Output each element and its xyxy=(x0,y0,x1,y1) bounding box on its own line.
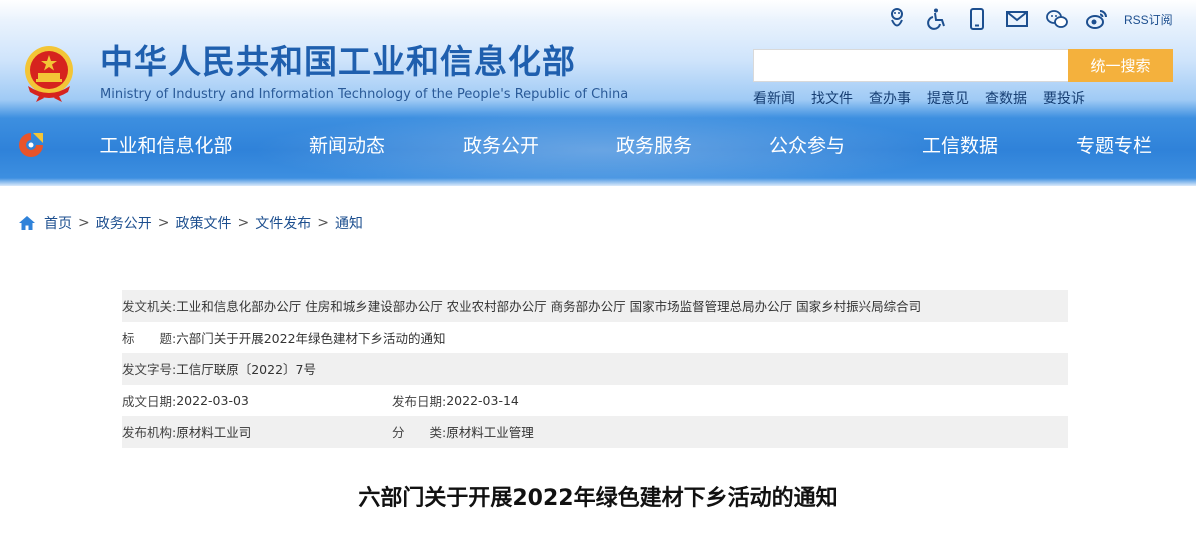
breadcrumb-government-affairs[interactable]: 政务公开 xyxy=(96,213,152,233)
nav-item-ministry[interactable]: 工业和信息化部 xyxy=(99,126,232,166)
org-label: 发布机构: xyxy=(122,425,177,441)
document-metadata: 发文机关: 工业和信息化部办公厅 住房和城乡建设部办公厅 农业农村部办公厅 商务… xyxy=(122,290,1068,448)
created-date: 成文日期: 2022-03-03 xyxy=(122,391,249,410)
meta-row-docno: 发文字号: 工信厅联原〔2022〕7号 xyxy=(122,353,1068,385)
site-title-cn[interactable]: 中华人民共和国工业和信息化部 xyxy=(100,42,576,82)
nav-item-public-participation[interactable]: 公众参与 xyxy=(769,126,845,166)
rss-link[interactable]: RSS订阅 xyxy=(1124,11,1173,28)
search-input[interactable] xyxy=(753,49,1068,82)
site-header: 中华人民共和国工业和信息化部 Ministry of Industry and … xyxy=(0,0,1196,186)
quick-link-data[interactable]: 查数据 xyxy=(985,89,1027,109)
issuer-value: 工业和信息化部办公厅 住房和城乡建设部办公厅 农业农村部办公厅 商务部办公厅 国… xyxy=(176,299,922,315)
published-value: 2022-03-14 xyxy=(446,392,519,408)
breadcrumb-separator: > xyxy=(317,215,329,231)
nav-item-services[interactable]: 政务服务 xyxy=(616,126,692,166)
accessibility-care-icon[interactable] xyxy=(884,6,910,32)
nav-item-government-affairs[interactable]: 政务公开 xyxy=(463,126,539,166)
created-label: 成文日期: xyxy=(122,393,177,409)
quick-link-complaint[interactable]: 要投诉 xyxy=(1043,89,1085,109)
national-emblem-icon[interactable] xyxy=(18,42,80,104)
breadcrumb-separator: > xyxy=(237,215,250,231)
quick-link-news[interactable]: 看新闻 xyxy=(753,89,795,109)
document-title: 六部门关于开展2022年绿色建材下乡活动的通知 xyxy=(358,486,838,511)
search-button[interactable]: 统一搜索 xyxy=(1068,49,1173,82)
category-value: 原材料工业管理 xyxy=(446,425,534,441)
docno-label: 发文字号: xyxy=(122,362,177,378)
meta-row-title: 标 题: 六部门关于开展2022年绿色建材下乡活动的通知 xyxy=(122,322,1068,354)
published-label: 发布日期: xyxy=(392,393,447,409)
published-date: 发布日期: 2022-03-14 xyxy=(392,391,519,410)
document-category: 分 类: 原材料工业管理 xyxy=(392,422,534,441)
wechat-icon[interactable] xyxy=(1044,6,1070,32)
weibo-icon[interactable] xyxy=(1084,6,1110,32)
title-label: 标 题: xyxy=(122,330,177,346)
mobile-phone-icon[interactable] xyxy=(964,6,990,32)
meta-row-org: 发布机构: 原材料工业司 分 类: 原材料工业管理 xyxy=(122,416,1068,448)
breadcrumb-separator: > xyxy=(78,215,90,231)
org-value: 原材料工业司 xyxy=(176,425,252,441)
wheelchair-icon[interactable] xyxy=(924,6,950,32)
breadcrumb-separator: > xyxy=(157,215,170,231)
issuer-label: 发文机关: xyxy=(122,299,177,315)
publishing-org: 发布机构: 原材料工业司 xyxy=(122,422,251,441)
created-value: 2022-03-03 xyxy=(176,392,249,408)
quick-link-feedback[interactable]: 提意见 xyxy=(927,89,969,109)
breadcrumb: 首页 > 政务公开 > 政策文件 > 文件发布 > 通知 xyxy=(18,212,363,234)
nav-item-topics[interactable]: 专题专栏 xyxy=(1076,126,1152,166)
site-title-en: Ministry of Industry and Information Tec… xyxy=(100,87,629,102)
breadcrumb-file-release[interactable]: 文件发布 xyxy=(255,213,311,233)
breadcrumb-notice[interactable]: 通知 xyxy=(335,213,363,233)
category-label: 分 类: xyxy=(392,425,447,441)
quick-links: 看新闻 找文件 查办事 提意见 查数据 要投诉 xyxy=(753,89,1101,109)
mail-icon[interactable] xyxy=(1004,6,1030,32)
breadcrumb-policy-files[interactable]: 政策文件 xyxy=(175,213,231,233)
title-value: 六部门关于开展2022年绿色建材下乡活动的通知 xyxy=(176,330,446,346)
quick-link-services[interactable]: 查办事 xyxy=(869,89,911,109)
ministry-logo-icon[interactable] xyxy=(16,130,46,160)
main-nav: 工业和信息化部 新闻动态 政务公开 政务服务 公众参与 工信数据 专题专栏 xyxy=(60,126,1196,166)
utility-toolbar: RSS订阅 xyxy=(884,6,1173,32)
search-bar: 统一搜索 xyxy=(753,49,1173,82)
docno-value: 工信厅联原〔2022〕7号 xyxy=(176,362,316,378)
meta-row-issuer: 发文机关: 工业和信息化部办公厅 住房和城乡建设部办公厅 农业农村部办公厅 商务… xyxy=(122,290,1068,322)
quick-link-files[interactable]: 找文件 xyxy=(811,89,853,109)
nav-item-data[interactable]: 工信数据 xyxy=(922,126,998,166)
breadcrumb-home[interactable]: 首页 xyxy=(44,213,72,233)
home-icon[interactable] xyxy=(18,214,36,232)
nav-item-news[interactable]: 新闻动态 xyxy=(309,126,385,166)
meta-row-dates: 成文日期: 2022-03-03 发布日期: 2022-03-14 xyxy=(122,385,1068,417)
